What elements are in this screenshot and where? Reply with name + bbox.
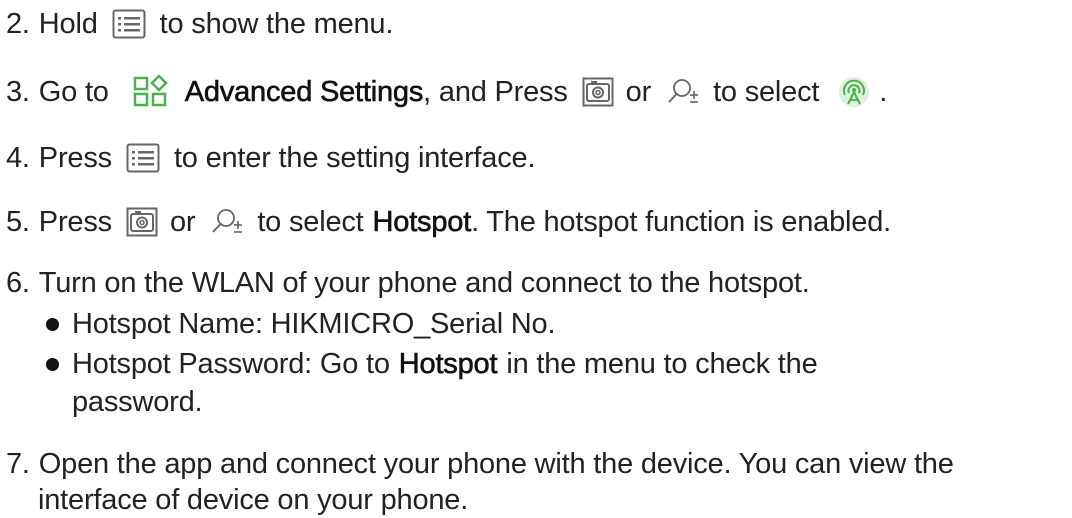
step-7: 7. Open the app and connect your phone w…: [6, 446, 954, 482]
step-6: 6. Turn on the WLAN of your phone and co…: [6, 265, 810, 301]
menu-icon: [126, 143, 160, 173]
zoom-icon: [209, 207, 245, 237]
step-number: 6.: [6, 267, 30, 299]
step-text: to enter the setting interface.: [173, 142, 536, 174]
step-text: . The hotspot function is enabled.: [471, 206, 891, 238]
step-text: Go to: [38, 76, 109, 108]
step-text: to select: [257, 206, 364, 238]
step-text: Turn on the WLAN of your phone and conne…: [38, 267, 810, 299]
bullet-text: in the menu to check the: [506, 348, 818, 380]
camera-icon: [582, 77, 614, 107]
bullet-dot: [46, 357, 59, 371]
bullet-hotspot-name: Hotspot Name: HIKMICRO_Serial No.: [46, 306, 556, 342]
step-text: to show the menu.: [159, 8, 394, 40]
bullet-hotspot-password: Hotspot Password: Go to Hotspot in the m…: [46, 346, 818, 382]
step-3: 3. Go to Advanced Settings , and Press o…: [6, 74, 887, 110]
camera-icon: [126, 207, 158, 237]
menu-icon: [112, 9, 146, 39]
step-text: interface of device on your phone.: [38, 484, 469, 516]
bullet-text: Hotspot Name: HIKMICRO_Serial No.: [72, 308, 556, 340]
step-5: 5. Press or to select Hotspot . The hots…: [6, 204, 891, 240]
bullet-dot: [46, 317, 59, 331]
advanced-settings-icon: [133, 75, 169, 109]
advanced-settings-label: Advanced Settings: [184, 76, 424, 109]
step-text: to select: [713, 76, 820, 108]
hotspot-icon: [837, 75, 871, 109]
hotspot-label: Hotspot: [372, 206, 472, 239]
step-2: 2. Hold to show the menu.: [6, 6, 393, 42]
step-text: Press: [38, 142, 112, 174]
step-text: Hold: [38, 8, 98, 40]
step-text: or: [625, 76, 652, 108]
step-number: 3.: [6, 76, 30, 108]
step-number: 4.: [6, 142, 30, 174]
bullet-text: password.: [72, 386, 203, 418]
step-text: or: [169, 206, 196, 238]
step-number: 7.: [6, 448, 30, 480]
hotspot-label: Hotspot: [398, 348, 498, 381]
step-7-continuation: interface of device on your phone.: [38, 482, 468, 518]
zoom-icon: [665, 77, 701, 107]
step-text: .: [879, 76, 888, 108]
step-number: 5.: [6, 206, 30, 238]
bullet-continuation: password.: [72, 384, 203, 420]
step-text: Press: [38, 206, 112, 238]
step-4: 4. Press to enter the setting interface.: [6, 140, 535, 176]
step-text: Open the app and connect your phone with…: [38, 448, 954, 480]
step-text: , and Press: [423, 76, 568, 108]
step-number: 2.: [6, 8, 30, 40]
bullet-text: Hotspot Password: Go to: [72, 348, 390, 380]
